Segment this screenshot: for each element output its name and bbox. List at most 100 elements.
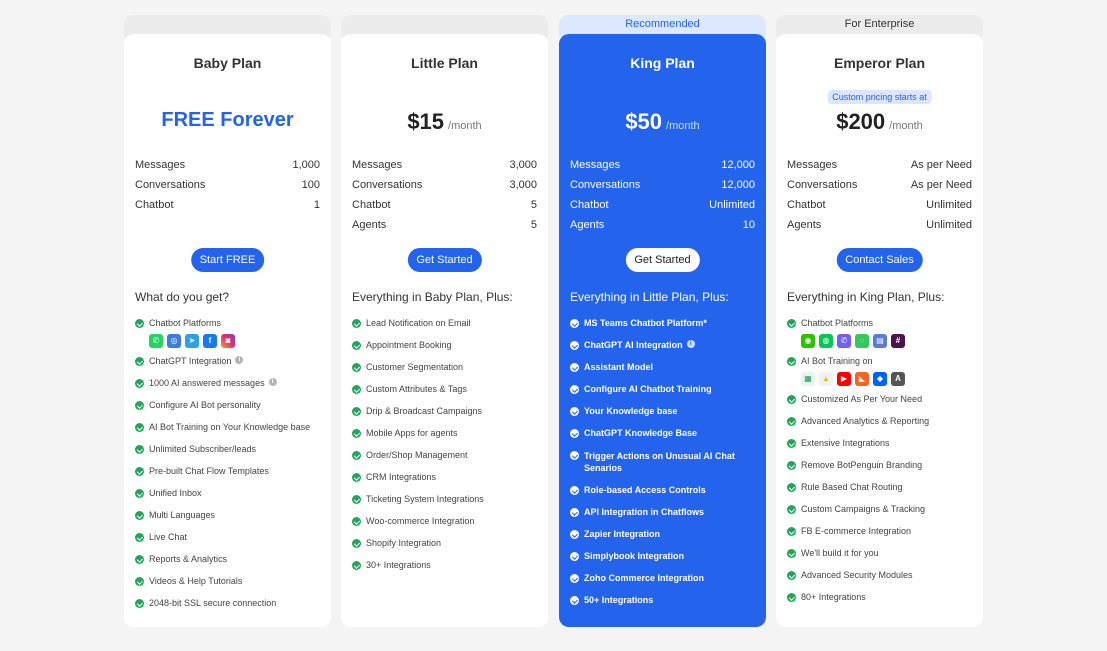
get-started-button[interactable]: Get Started bbox=[407, 248, 482, 272]
feature-item: Lead Notification on Email bbox=[352, 318, 542, 329]
plan-stats: Messages 12,000 Conversations 12,000 Chatb… bbox=[570, 155, 755, 235]
feature-item: Shopify Integration bbox=[352, 538, 542, 549]
feature-item: ChatGPT Integration i bbox=[135, 356, 325, 367]
check-icon bbox=[352, 363, 361, 372]
stat-chatbot: Chatbot Unlimited bbox=[787, 195, 972, 215]
stat-value: 5 bbox=[530, 199, 537, 211]
feature-item: Rule Based Chat Routing bbox=[787, 482, 977, 493]
stat-chatbot: Chatbot 1 bbox=[135, 195, 320, 215]
stat-label: Messages bbox=[787, 159, 838, 171]
plan-stats: Messages 3,000 Conversations 3,000 Chatbot… bbox=[352, 155, 537, 235]
feature-item: Simplybook Integration bbox=[570, 551, 760, 562]
plan-stats: Messages As per Need Conversations As per … bbox=[787, 155, 972, 235]
feature-item: Customer Segmentation bbox=[352, 362, 542, 373]
get-started-button[interactable]: Get Started bbox=[625, 248, 700, 272]
stat-value: 12,000 bbox=[721, 179, 755, 191]
info-icon[interactable]: i bbox=[235, 356, 244, 364]
dropbox-icon: ◆ bbox=[873, 372, 887, 386]
teams-icon: ▤ bbox=[873, 334, 887, 348]
wechat-icon: ◉ bbox=[801, 334, 815, 348]
feature-label: Chatbot Platforms bbox=[801, 318, 874, 328]
youtube-icon: ▶ bbox=[837, 372, 851, 386]
check-icon bbox=[570, 530, 579, 539]
info-icon[interactable]: i bbox=[268, 378, 277, 386]
plan-price: $15/month bbox=[341, 109, 548, 135]
check-icon bbox=[570, 451, 579, 460]
features-heading: What do you get? bbox=[135, 290, 230, 304]
check-icon bbox=[787, 319, 796, 328]
plan-name: Emperor Plan bbox=[833, 55, 926, 71]
check-icon bbox=[787, 439, 796, 448]
feature-item: Appointment Booking bbox=[352, 340, 542, 351]
stat-value: 5 bbox=[530, 219, 537, 231]
price-period: /month bbox=[889, 120, 923, 132]
plan-column-emperor: For Enterprise Emperor Plan Custom prici… bbox=[776, 15, 983, 627]
check-icon bbox=[135, 533, 144, 542]
stat-value: 3,000 bbox=[509, 179, 537, 191]
feature-item: CRM Integrations bbox=[352, 472, 542, 483]
training-icons: ▦ ▲ ▶ ◣ ◆ A bbox=[801, 372, 977, 386]
stat-label: Chatbot bbox=[135, 199, 174, 211]
stat-label: Conversations bbox=[570, 179, 641, 191]
check-icon bbox=[352, 561, 361, 570]
feature-item: 50+ Integrations bbox=[570, 595, 760, 606]
feature-item: Live Chat bbox=[135, 532, 325, 543]
check-icon bbox=[570, 429, 579, 438]
feature-label: Chatbot Platforms bbox=[149, 318, 222, 328]
feature-item: FB E-commerce Integration bbox=[787, 526, 977, 537]
stat-label: Conversations bbox=[787, 179, 858, 191]
check-icon bbox=[570, 385, 579, 394]
pricing-table: Baby Plan FREE Forever Messages 1,000 Con… bbox=[0, 0, 1107, 651]
google-drive-icon: ▲ bbox=[819, 372, 833, 386]
check-icon bbox=[787, 483, 796, 492]
feature-item: Remove BotPenguin Branding bbox=[787, 460, 977, 471]
plan-stats: Messages 1,000 Conversations 100 Chatbot 1 bbox=[135, 155, 320, 215]
check-icon bbox=[570, 552, 579, 561]
stat-value: Unlimited bbox=[926, 199, 972, 211]
feature-item: 30+ Integrations bbox=[352, 560, 542, 571]
stat-conversations: Conversations 100 bbox=[135, 175, 320, 195]
check-icon bbox=[352, 495, 361, 504]
feature-item: API Integration in Chatflows bbox=[570, 507, 760, 518]
info-icon[interactable]: i bbox=[686, 340, 695, 348]
feature-label: AI Bot Training on bbox=[801, 356, 873, 366]
feature-item: Zoho Commerce Integration bbox=[570, 573, 760, 584]
check-icon bbox=[135, 319, 144, 328]
feature-item: Unified Inbox bbox=[135, 488, 325, 499]
check-icon bbox=[135, 423, 144, 432]
start-free-button[interactable]: Start FREE bbox=[190, 248, 265, 272]
stat-value: 10 bbox=[742, 219, 755, 231]
plan-card-emperor: Emperor Plan Custom pricing starts at $2… bbox=[776, 34, 983, 627]
stat-value: As per Need bbox=[910, 179, 972, 191]
feature-item: AI Bot Training on Your Knowledge base bbox=[135, 422, 325, 433]
feature-item: Unlimited Subscriber/leads bbox=[135, 444, 325, 455]
check-icon bbox=[352, 407, 361, 416]
feature-item: Advanced Analytics & Reporting bbox=[787, 416, 977, 427]
stat-value: 3,000 bbox=[509, 159, 537, 171]
feature-list: Chatbot Platforms ◉ ◍ ✆ ◌ ▤ # AI Bot Tra… bbox=[787, 318, 977, 614]
stat-messages: Messages 12,000 bbox=[570, 155, 755, 175]
plan-name: Little Plan bbox=[411, 55, 478, 71]
telegram-icon: ➤ bbox=[185, 334, 199, 348]
feature-item: 1000 AI answered messages i bbox=[135, 378, 325, 389]
plan-price: $200/month bbox=[776, 109, 983, 135]
check-icon bbox=[570, 486, 579, 495]
stat-chatbot: Chatbot 5 bbox=[352, 195, 537, 215]
check-icon bbox=[787, 505, 796, 514]
feature-item: Videos & Help Tutorials bbox=[135, 576, 325, 587]
web-icon: ◎ bbox=[167, 334, 181, 348]
plan-price: FREE Forever bbox=[124, 109, 331, 132]
stat-agents: Agents 10 bbox=[570, 215, 755, 235]
check-icon bbox=[787, 593, 796, 602]
stat-label: Conversations bbox=[352, 179, 423, 191]
feature-item: Custom Attributes & Tags bbox=[352, 384, 542, 395]
instagram-icon: ◙ bbox=[221, 334, 235, 348]
check-icon bbox=[570, 319, 579, 328]
check-icon bbox=[787, 549, 796, 558]
check-icon bbox=[135, 555, 144, 564]
check-icon bbox=[570, 508, 579, 517]
plan-card-little: Little Plan $15/month Messages 3,000 Conv… bbox=[341, 34, 548, 627]
contact-sales-button[interactable]: Contact Sales bbox=[836, 248, 923, 272]
feature-item: Extensive Integrations bbox=[787, 438, 977, 449]
stat-label: Agents bbox=[352, 219, 387, 231]
